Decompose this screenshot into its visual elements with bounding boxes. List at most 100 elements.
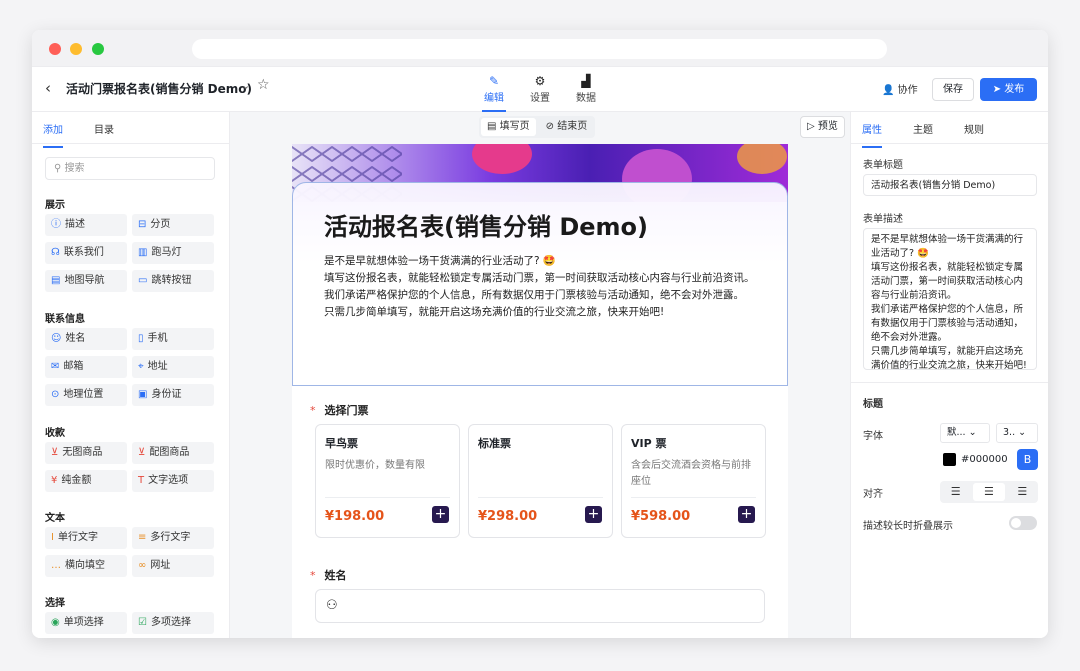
heading-section-label: 标题 (863, 399, 883, 410)
comp-label: 姓名 (65, 333, 86, 344)
font-label: 字体 (863, 431, 883, 442)
pagebreak-icon: ⊟ (138, 219, 147, 230)
tab-theme[interactable]: 主题 (913, 121, 933, 136)
publish-button[interactable]: ➤ 发布 (980, 78, 1037, 101)
ticket-card[interactable]: 标准票 ¥298.00 + (468, 424, 613, 538)
chevron-down-icon[interactable]: ⌄ (241, 79, 250, 92)
comp-item[interactable]: I 单行文字 (45, 527, 127, 549)
ticket-card[interactable]: 早鸟票 限时优惠价，数量有限 ¥198.00 + (315, 424, 460, 538)
app-window: ‹ 活动门票报名表(销售分销 Demo) ⌄ ☆ ✎ 编辑 ⚙ 设置 ▟ 数据 … (32, 30, 1048, 638)
comp-item[interactable]: ☺ 姓名 (45, 328, 127, 350)
tab-settings[interactable]: ⚙ 设置 (520, 73, 560, 104)
tab-rules[interactable]: 规则 (964, 121, 984, 136)
plus-icon[interactable]: + (432, 506, 449, 523)
tab-label: 设置 (530, 93, 550, 104)
comp-label: 手机 (147, 333, 168, 344)
form-desc-textarea[interactable]: 是不是早就想体验一场干货满满的行业活动了? 🤩 填写这份报名表，就能轻松锁定专属… (863, 228, 1037, 370)
color-value: #000000 (961, 454, 1008, 465)
chart-icon: ▟ (581, 74, 591, 88)
location-pin-icon: ⌖ (138, 361, 144, 372)
font-size-select[interactable]: 3.. ⌄ (996, 423, 1038, 443)
comp-item[interactable]: ⊻ 配图商品 (132, 442, 214, 464)
plus-icon[interactable]: + (738, 506, 755, 523)
section-title: 文本 (45, 513, 65, 524)
tab-properties[interactable]: 属性 (862, 121, 882, 148)
comp-item[interactable]: ▣ 身份证 (132, 384, 214, 406)
comp-item[interactable]: … 横向填空 (45, 555, 127, 577)
comp-label: 地理位置 (63, 389, 104, 400)
select-value: 3.. (1003, 427, 1016, 438)
ticket-price: ¥198.00 (325, 509, 385, 524)
align-right-icon[interactable]: ☰ (1007, 481, 1038, 503)
comp-item[interactable]: ☑ 多项选择 (132, 612, 214, 634)
browser-chrome (32, 30, 1048, 67)
comp-label: 多行文字 (150, 532, 191, 543)
tab-outline[interactable]: 目录 (94, 121, 114, 136)
name-field[interactable]: ⚇ (315, 589, 765, 623)
star-icon[interactable]: ☆ (257, 77, 270, 93)
multi-line-icon: ≡ (138, 532, 147, 543)
page-icon: ▤ (487, 121, 497, 132)
ticket-card[interactable]: VIP 票 含会后交流酒会资格与前排座位 ¥598.00 + (621, 424, 766, 538)
comp-item[interactable]: ✉ 邮箱 (45, 356, 127, 378)
comp-label: 跑马灯 (151, 247, 182, 258)
color-swatch[interactable] (943, 453, 956, 466)
comp-label: 多项选择 (150, 617, 191, 628)
collapse-toggle[interactable] (1009, 516, 1037, 530)
close-dot[interactable] (49, 43, 61, 55)
comp-item[interactable]: ▤ 地图导航 (45, 270, 127, 292)
checkbox-icon: ☑ (138, 617, 147, 628)
section-title: 联系信息 (45, 314, 85, 325)
publish-label: 发布 (1004, 84, 1025, 95)
bold-button[interactable]: B (1017, 449, 1038, 470)
comp-label: 文字选项 (148, 475, 189, 486)
form-page: 活动报名表(销售分销 Demo) 是不是早就想体验一场干货满满的行业活动了? 🤩… (292, 144, 788, 638)
comp-item[interactable]: ∞ 网址 (132, 555, 214, 577)
comp-item[interactable]: ⊟ 分页 (132, 214, 214, 236)
back-icon[interactable]: ‹ (45, 79, 51, 97)
align-center-icon[interactable]: ☰ (973, 483, 1005, 501)
tab-fill-page[interactable]: ▤ 填写页 (481, 118, 536, 136)
comp-item[interactable]: ⊙ 地理位置 (45, 384, 127, 406)
info-icon: ⓘ (51, 219, 61, 230)
tab-data[interactable]: ▟ 数据 (566, 73, 606, 104)
fill-blank-icon: … (51, 560, 61, 571)
comp-item[interactable]: ≡ 多行文字 (132, 527, 214, 549)
send-icon: ➤ (992, 84, 1002, 95)
preview-button[interactable]: ▷ 预览 (800, 116, 845, 138)
comp-label: 单项选择 (63, 617, 104, 628)
comp-item[interactable]: ☊ 联系我们 (45, 242, 127, 264)
save-button[interactable]: 保存 (932, 78, 974, 101)
form-title-input[interactable]: 活动报名表(销售分销 Demo) (863, 174, 1037, 196)
tab-edit[interactable]: ✎ 编辑 (474, 73, 514, 112)
plus-icon[interactable]: + (585, 506, 602, 523)
tab-end-page[interactable]: ⊘ 结束页 (538, 116, 596, 138)
form-canvas: ▤ 填写页 ⊘ 结束页 ▷ 预览 活动报名表(销售分销 Demo) 是不是早就想… (230, 112, 850, 638)
minimize-dot[interactable] (70, 43, 82, 55)
font-family-select[interactable]: 默... ⌄ (940, 423, 990, 443)
collaborate-button[interactable]: 👤 协作 (882, 81, 918, 96)
comp-item[interactable]: ◉ 单项选择 (45, 612, 127, 634)
collapse-label: 描述较长时折叠展示 (863, 521, 953, 532)
comp-item[interactable]: ⓘ 描述 (45, 214, 127, 236)
comp-item[interactable]: ¥ 纯金额 (45, 470, 127, 492)
maximize-dot[interactable] (92, 43, 104, 55)
tab-add[interactable]: 添加 (43, 121, 63, 148)
collab-label: 协作 (897, 85, 918, 96)
comp-item[interactable]: ▥ 跑马灯 (132, 242, 214, 264)
cart-icon: ⊻ (51, 447, 59, 458)
address-bar[interactable] (192, 39, 887, 59)
radio-icon: ◉ (51, 617, 60, 628)
comp-item[interactable]: T 文字选项 (132, 470, 214, 492)
search-input[interactable]: ⚲ 搜索 (45, 157, 215, 180)
comp-item[interactable]: ⊻ 无图商品 (45, 442, 127, 464)
comp-item[interactable]: ▯ 手机 (132, 328, 214, 350)
comp-item[interactable]: ▭ 跳转按钮 (132, 270, 214, 292)
select-value: 默... (947, 427, 966, 438)
form-title-label: 表单标题 (863, 160, 903, 171)
align-left-icon[interactable]: ☰ (940, 481, 971, 503)
comp-label: 无图商品 (62, 447, 103, 458)
form-header[interactable]: 活动报名表(销售分销 Demo) 是不是早就想体验一场干货满满的行业活动了? 🤩… (292, 182, 788, 386)
page-tabs: ▤ 填写页 ⊘ 结束页 (479, 116, 596, 138)
comp-item[interactable]: ⌖ 地址 (132, 356, 214, 378)
